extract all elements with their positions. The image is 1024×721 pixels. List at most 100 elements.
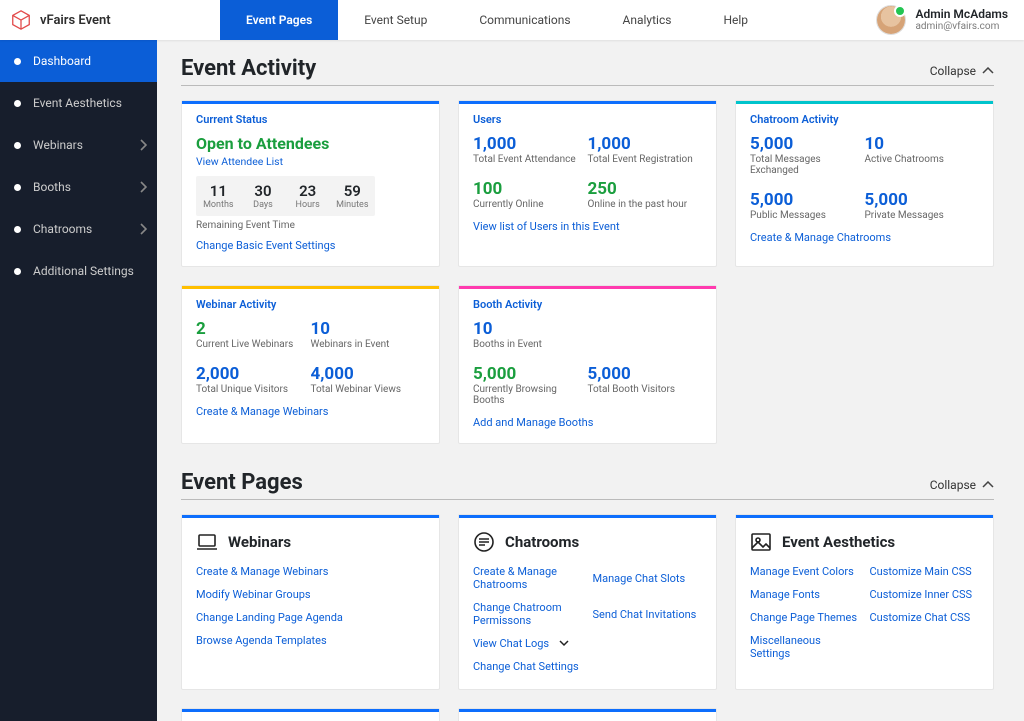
countdown: 11Months 30Days 23Hours 59Minutes	[196, 176, 375, 216]
status-label: Open to Attendees	[196, 134, 425, 153]
section-header-pages: Event Pages Collapse	[181, 470, 994, 500]
stat-value: 5,000	[473, 364, 588, 384]
remaining-label: Remaining Event Time	[196, 220, 425, 231]
pagecard-title: Webinars	[228, 533, 291, 551]
brand: vFairs Event	[10, 9, 190, 31]
link-customize-inner-css[interactable]: Customize Inner CSS	[870, 588, 980, 601]
laptop-icon	[196, 531, 218, 553]
stat-label: Current Live Webinars	[196, 339, 311, 350]
link-view-chat-logs[interactable]: View Chat Logs	[473, 637, 583, 650]
main-content: Event Activity Collapse Current Status O…	[157, 40, 1024, 721]
user-email: admin@vfairs.com	[915, 21, 1008, 33]
stat-label: Online in the past hour	[588, 199, 703, 210]
stat-label: Total Event Registration	[588, 154, 703, 165]
stat-label: Total Unique Visitors	[196, 384, 311, 395]
sidebar-item-chatrooms[interactable]: Chatrooms	[0, 208, 157, 250]
link-misc-settings[interactable]: Miscellaneous Settings	[750, 634, 860, 660]
change-settings-link[interactable]: Change Basic Event Settings	[196, 239, 425, 252]
stat-label: Total Event Attendance	[473, 154, 588, 165]
link-create-manage-webinars[interactable]: Create & Manage Webinars	[196, 565, 425, 578]
link-send-chat-invitations[interactable]: Send Chat Invitations	[593, 601, 703, 627]
stat-label: Currently Browsing Booths	[473, 384, 588, 406]
card-booth-activity: Booth Activity 10Booths in Event 5,000Cu…	[458, 285, 717, 444]
sidebar-item-label: Chatrooms	[33, 222, 92, 236]
link-change-landing-agenda[interactable]: Change Landing Page Agenda	[196, 611, 425, 624]
dot-icon	[14, 226, 21, 233]
view-attendee-list-link[interactable]: View Attendee List	[196, 155, 425, 168]
stat-label: Total Booth Visitors	[588, 384, 703, 395]
pagecard-chatrooms: Chatrooms Create & Manage Chatrooms Mana…	[458, 514, 717, 690]
sidebar-item-additional[interactable]: Additional Settings	[0, 250, 157, 292]
sidebar: Dashboard Event Aesthetics Webinars Boot…	[0, 40, 157, 721]
pagecard-title: Chatrooms	[505, 533, 579, 551]
topnav-event-setup[interactable]: Event Setup	[338, 0, 453, 40]
collapse-label: Collapse	[930, 64, 976, 78]
sidebar-item-aesthetics[interactable]: Event Aesthetics	[0, 82, 157, 124]
stat-value: 1,000	[473, 134, 588, 154]
link-modify-webinar-groups[interactable]: Modify Webinar Groups	[196, 588, 425, 601]
dot-icon	[14, 142, 21, 149]
section-title: Event Pages	[181, 470, 930, 495]
pagecard-aesthetics: Event Aesthetics Manage Event Colors Cus…	[735, 514, 994, 690]
stat-value: 5,000	[750, 134, 865, 154]
brand-logo-icon	[10, 9, 32, 31]
card-title: Chatroom Activity	[750, 113, 979, 126]
stat-label: Private Messages	[865, 210, 980, 221]
link-manage-fonts[interactable]: Manage Fonts	[750, 588, 860, 601]
stat-value: 100	[473, 179, 588, 199]
card-webinar-activity: Webinar Activity 2Current Live Webinars …	[181, 285, 440, 444]
manage-webinars-link[interactable]: Create & Manage Webinars	[196, 405, 425, 418]
stat-value: 5,000	[750, 190, 865, 210]
link-manage-chat-slots[interactable]: Manage Chat Slots	[593, 565, 703, 591]
dot-icon	[14, 268, 21, 275]
image-icon	[750, 531, 772, 553]
chevron-right-icon	[139, 139, 147, 151]
topnav: Event Pages Event Setup Communications A…	[220, 0, 774, 40]
card-title: Current Status	[196, 113, 425, 126]
sidebar-item-label: Additional Settings	[33, 264, 134, 278]
user-name: Admin McAdams	[915, 7, 1008, 21]
topnav-analytics[interactable]: Analytics	[597, 0, 698, 40]
collapse-toggle[interactable]: Collapse	[930, 64, 994, 78]
sidebar-item-booths[interactable]: Booths	[0, 166, 157, 208]
cd-hours: 23	[285, 182, 330, 200]
topnav-help[interactable]: Help	[697, 0, 774, 40]
pagecard-webinars: Webinars Create & Manage Webinars Modify…	[181, 514, 440, 690]
topnav-event-pages[interactable]: Event Pages	[220, 0, 338, 40]
link-customize-chat-css[interactable]: Customize Chat CSS	[870, 611, 980, 624]
view-users-link[interactable]: View list of Users in this Event	[473, 220, 702, 233]
user-menu[interactable]: Admin McAdams admin@vfairs.com	[877, 6, 1008, 34]
card-chatroom-activity: Chatroom Activity 5,000Total Messages Ex…	[735, 100, 994, 267]
stat-label: Total Messages Exchanged	[750, 154, 865, 176]
sidebar-item-dashboard[interactable]: Dashboard	[0, 40, 157, 82]
topnav-communications[interactable]: Communications	[453, 0, 596, 40]
stat-value: 2	[196, 319, 311, 339]
chat-icon	[473, 531, 495, 553]
sidebar-item-label: Webinars	[33, 138, 83, 152]
sidebar-item-label: Event Aesthetics	[33, 96, 122, 110]
card-title: Booth Activity	[473, 298, 702, 311]
card-current-status: Current Status Open to Attendees View At…	[181, 100, 440, 267]
dot-icon	[14, 184, 21, 191]
link-change-chat-settings[interactable]: Change Chat Settings	[473, 660, 583, 673]
link-change-page-themes[interactable]: Change Page Themes	[750, 611, 860, 624]
sidebar-item-webinars[interactable]: Webinars	[0, 124, 157, 166]
card-title: Webinar Activity	[196, 298, 425, 311]
manage-chatrooms-link[interactable]: Create & Manage Chatrooms	[750, 231, 979, 244]
link-manage-event-colors[interactable]: Manage Event Colors	[750, 565, 860, 578]
stat-value: 10	[865, 134, 980, 154]
link-create-manage-chatrooms[interactable]: Create & Manage Chatrooms	[473, 565, 583, 591]
sidebar-item-label: Dashboard	[33, 54, 91, 68]
link-browse-agenda-templates[interactable]: Browse Agenda Templates	[196, 634, 425, 647]
manage-booths-link[interactable]: Add and Manage Booths	[473, 416, 702, 429]
link-change-chatroom-permissions[interactable]: Change Chatroom Permissons	[473, 601, 583, 627]
chevron-right-icon	[139, 223, 147, 235]
collapse-toggle[interactable]: Collapse	[930, 478, 994, 492]
stat-value: 4,000	[311, 364, 426, 384]
stat-label: Booths in Event	[473, 339, 588, 350]
stat-value: 250	[588, 179, 703, 199]
pagecard-title: Event Aesthetics	[782, 533, 895, 551]
link-customize-main-css[interactable]: Customize Main CSS	[870, 565, 980, 578]
section-header-activity: Event Activity Collapse	[181, 56, 994, 86]
stat-value: 2,000	[196, 364, 311, 384]
